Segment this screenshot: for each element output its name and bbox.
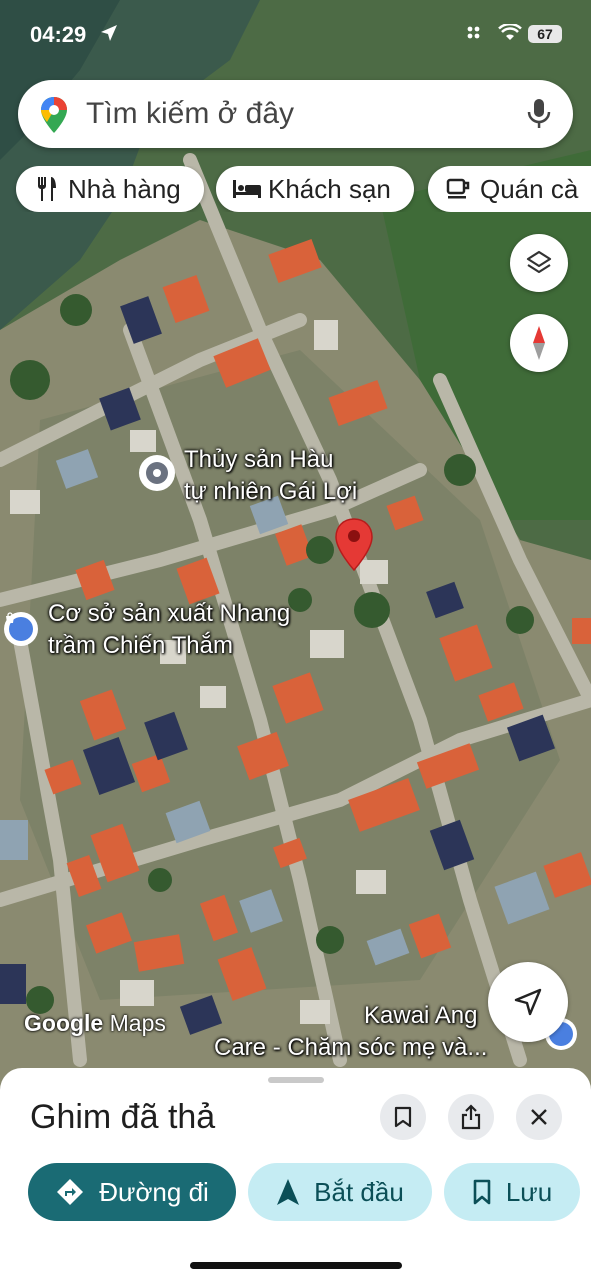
place-label-line2: trầm Chiến Thắm — [48, 632, 233, 659]
home-indicator[interactable] — [190, 1262, 402, 1269]
navigation-arrow-icon — [276, 1178, 300, 1206]
cellular-signal-icon — [466, 25, 486, 46]
my-location-button[interactable] — [488, 962, 568, 1042]
bookmark-icon — [394, 1106, 412, 1128]
compass-icon — [533, 326, 545, 360]
coffee-cup-icon — [444, 174, 474, 204]
start-button[interactable]: Bắt đầu — [248, 1163, 432, 1221]
directions-button[interactable]: Đường đi — [28, 1163, 236, 1221]
place-marker-seafood[interactable] — [139, 455, 175, 491]
chip-cafes[interactable]: Quán cà — [428, 166, 591, 212]
wifi-icon — [498, 22, 522, 47]
category-chips: Nhà hàng Khách sạn Quán cà — [0, 166, 591, 212]
close-icon — [531, 1109, 547, 1125]
satellite-imagery — [0, 0, 591, 1090]
layers-button[interactable] — [510, 234, 568, 292]
start-label: Bắt đầu — [314, 1176, 404, 1207]
share-button[interactable] — [448, 1094, 494, 1140]
bookmark-button[interactable] — [380, 1094, 426, 1140]
status-bar: 04:29 67 — [0, 0, 591, 70]
place-marker-incense[interactable] — [4, 612, 38, 646]
sheet-drag-handle[interactable] — [268, 1077, 324, 1083]
search-bar[interactable]: Tìm kiếm ở đây — [18, 80, 573, 148]
fork-knife-icon — [32, 174, 62, 204]
place-label-line1: Kawai Ang — [364, 1002, 478, 1029]
bookmark-icon — [472, 1179, 492, 1205]
place-label-line2: tự nhiên Gái Lợi — [184, 478, 358, 505]
chip-label: Nhà hàng — [68, 173, 181, 204]
place-label-kawai[interactable]: Kawai Ang Care - Chăm sóc mẹ và... — [214, 1000, 534, 1064]
place-label-line1: Cơ sở sản xuất Nhang — [48, 600, 291, 627]
save-label: Lưu — [505, 1176, 553, 1207]
navigation-arrow-icon — [514, 988, 542, 1016]
place-label-seafood[interactable]: Thủy sản Hàu tự nhiên Gái Lợi — [184, 444, 357, 508]
place-label-line2: Care - Chăm sóc mẹ và... — [214, 1034, 488, 1061]
satellite-map[interactable]: Thủy sản Hàu tự nhiên Gái Lợi Cơ sở sản … — [0, 0, 591, 1090]
red-pin-icon — [335, 518, 373, 572]
watermark-maps: Maps — [109, 1010, 166, 1036]
dropped-pin-marker[interactable] — [334, 518, 374, 574]
watermark-google: Google — [24, 1010, 104, 1036]
battery-indicator: 67 — [528, 25, 562, 43]
sheet-title: Ghim đã thả — [30, 1098, 216, 1136]
directions-icon — [55, 1177, 85, 1207]
place-label-line1: Thủy sản Hàu — [184, 446, 334, 473]
directions-label: Đường đi — [99, 1176, 209, 1207]
chip-restaurants[interactable]: Nhà hàng — [16, 166, 204, 212]
location-arrow-icon — [100, 24, 118, 47]
chip-label: Quán cà — [480, 173, 579, 204]
google-maps-pin-icon — [40, 96, 68, 139]
search-input[interactable]: Tìm kiếm ở đây — [86, 97, 294, 131]
compass-button[interactable] — [510, 314, 568, 372]
shopping-bag-icon — [6, 612, 33, 641]
place-dot-icon — [146, 462, 168, 484]
close-button[interactable] — [516, 1094, 562, 1140]
status-time: 04:29 — [30, 22, 87, 47]
layers-icon — [526, 250, 552, 274]
place-label-incense[interactable]: Cơ sở sản xuất Nhang trầm Chiến Thắm — [48, 598, 290, 662]
chip-hotels[interactable]: Khách sạn — [216, 166, 414, 212]
google-maps-watermark: Google Maps — [24, 1010, 166, 1037]
share-icon — [461, 1104, 481, 1130]
save-button[interactable]: Lưu — [444, 1163, 580, 1221]
bed-icon — [232, 174, 262, 204]
microphone-icon[interactable] — [526, 98, 552, 135]
chip-label: Khách sạn — [268, 173, 391, 204]
